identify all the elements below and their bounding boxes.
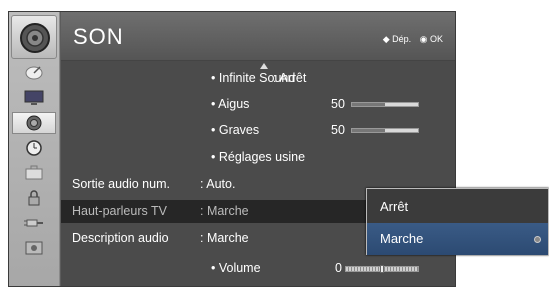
satellite-dish-icon xyxy=(25,66,43,80)
menu-item-value: : Marche xyxy=(200,204,249,218)
treble-level-fill xyxy=(352,103,385,106)
treble-level-bar[interactable] xyxy=(351,102,419,107)
volume-slider-knob[interactable] xyxy=(380,265,384,273)
navigation-hint: ◆ Dép. ◉ OK xyxy=(377,34,443,45)
menu-item-value: : Arrêt xyxy=(273,71,307,85)
monitor-icon xyxy=(24,90,44,105)
sidebar-item-options[interactable] xyxy=(12,162,56,184)
menu-item-value: 50 xyxy=(331,97,345,111)
menu-item-value: 0 xyxy=(335,261,342,275)
menu-item-graves[interactable]: • Graves 50 xyxy=(61,119,455,142)
menu-item-label: • Graves xyxy=(211,123,260,137)
bass-level-fill xyxy=(352,129,385,132)
sidebar-item-support[interactable] xyxy=(12,237,56,259)
popup-option-label: Marche xyxy=(380,231,424,246)
lock-icon xyxy=(28,190,40,206)
menu-item-reglages-usine[interactable]: • Réglages usine xyxy=(61,146,455,169)
menu-item-aigus[interactable]: • Aigus 50 xyxy=(61,93,455,116)
move-hint: ◆ Dép. xyxy=(382,34,412,44)
menu-item-label: • Volume xyxy=(211,261,261,275)
bass-level-bar[interactable] xyxy=(351,128,419,133)
popup-option-arret[interactable]: Arrêt xyxy=(367,191,548,223)
sidebar-item-time[interactable] xyxy=(12,137,56,159)
clock-icon xyxy=(26,140,42,156)
menu-item-value: : Marche xyxy=(200,231,249,245)
sidebar-item-picture[interactable] xyxy=(12,87,56,109)
menu-item-label: Description audio xyxy=(72,231,169,245)
menu-item-volume[interactable]: • Volume 0 xyxy=(61,257,455,280)
sidebar-item-lock[interactable] xyxy=(12,187,56,209)
radio-selected-icon xyxy=(534,236,541,243)
menu-header: SON ◆ Dép. ◉ OK xyxy=(61,12,455,61)
sidebar-item-antenna[interactable] xyxy=(12,62,56,84)
menu-item-label: • Réglages usine xyxy=(211,150,306,164)
page-title: SON xyxy=(73,24,124,49)
popup-option-marche[interactable]: Marche xyxy=(367,223,548,255)
speaker-icon xyxy=(26,115,42,131)
option-popup: Arrêt Marche xyxy=(366,188,549,255)
briefcase-icon xyxy=(25,165,43,180)
popup-option-label: Arrêt xyxy=(380,199,409,214)
sidebar-item-sound[interactable] xyxy=(12,112,56,134)
sidebar xyxy=(9,12,60,286)
menu-item-label: Haut-parleurs TV xyxy=(72,204,167,218)
menu-item-label: Sortie audio num. xyxy=(72,177,170,191)
cable-plug-icon xyxy=(24,219,43,227)
menu-item-value: 50 xyxy=(331,123,345,137)
sidebar-header-speaker-icon xyxy=(11,15,57,59)
menu-item-infinite-sound[interactable]: • Infinite Sound : Arrêt xyxy=(61,67,455,90)
tv-menu-frame: SON ◆ Dép. ◉ OK • Infinite Sound : Arrêt… xyxy=(0,0,549,287)
menu-item-value: : Auto. xyxy=(200,177,236,191)
menu-item-label: • Aigus xyxy=(211,97,250,111)
volume-slider[interactable] xyxy=(345,265,419,273)
sidebar-item-input[interactable] xyxy=(12,212,56,234)
ok-hint: ◉ OK xyxy=(419,34,443,44)
support-icon xyxy=(25,241,43,255)
